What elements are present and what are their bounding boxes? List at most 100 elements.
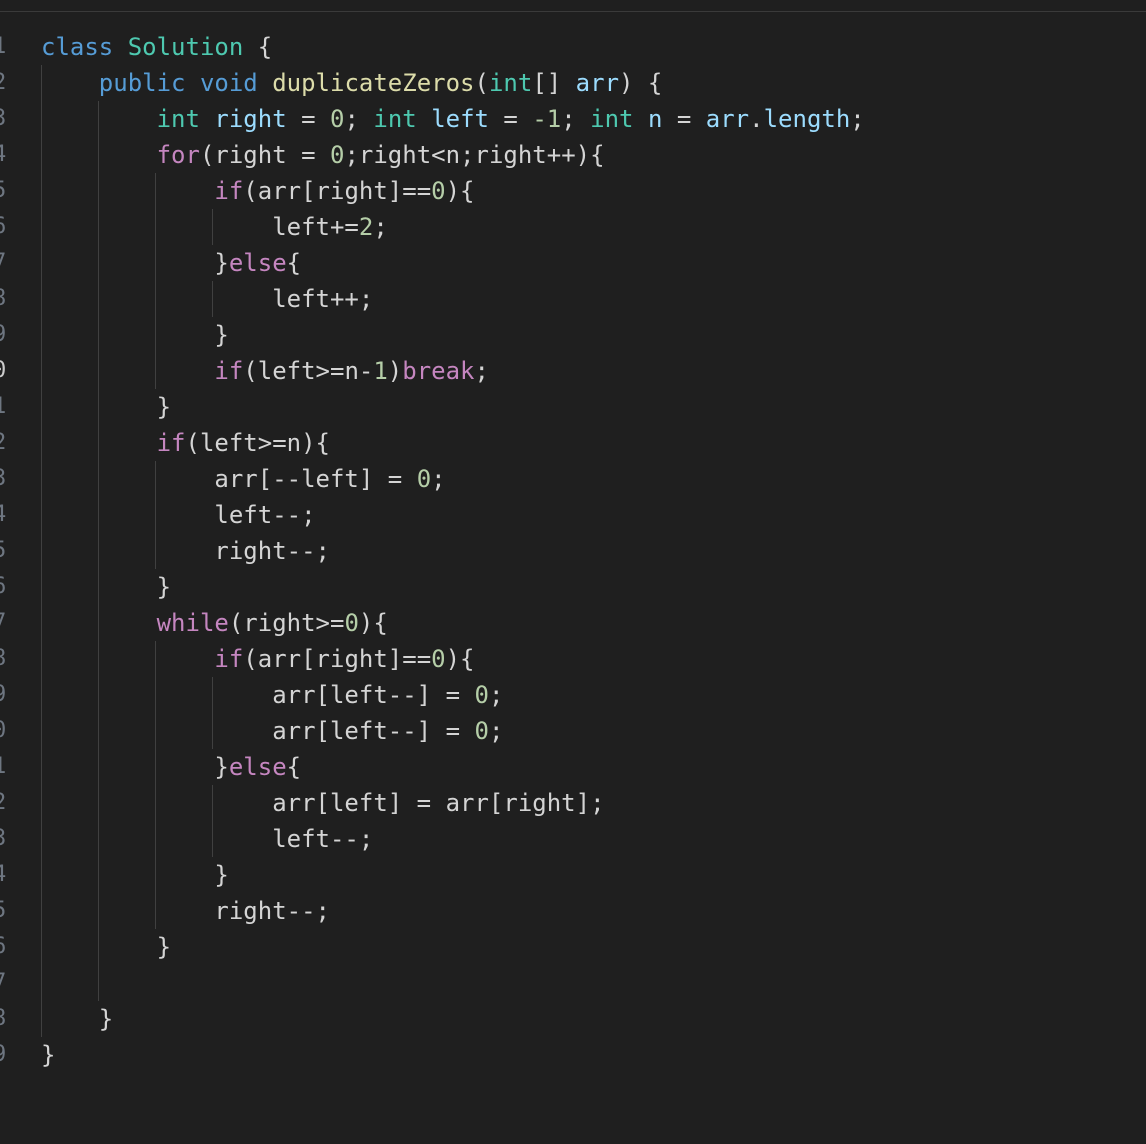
code-line[interactable]: }else{ — [41, 749, 865, 785]
code-line[interactable]: right--; — [41, 893, 865, 929]
code-line[interactable]: } — [41, 389, 865, 425]
code-token: if — [156, 429, 186, 457]
code-line[interactable]: left--; — [41, 821, 865, 857]
code-token: { — [243, 33, 273, 61]
code-token: if — [214, 357, 244, 385]
line-number: 5 — [0, 893, 7, 929]
code-line[interactable]: if(left>=n-1)break; — [41, 353, 865, 389]
code-line[interactable]: arr[left--] = 0; — [41, 713, 865, 749]
code-token: if — [214, 177, 244, 205]
code-token: { — [286, 753, 302, 781]
code-token: = — [488, 105, 533, 133]
code-line[interactable]: if(arr[right]==0){ — [41, 641, 865, 677]
code-line[interactable]: while(right>=0){ — [41, 605, 865, 641]
code-token: left--; — [41, 825, 374, 853]
code-token: 0 — [431, 645, 446, 673]
code-line[interactable]: } — [41, 1037, 865, 1073]
line-number: 4 — [0, 857, 7, 893]
code-token: for — [156, 141, 200, 169]
code-token: duplicateZeros — [272, 69, 475, 97]
code-line[interactable]: class Solution { — [41, 29, 865, 65]
code-line[interactable]: } — [41, 1001, 865, 1037]
line-number: 6 — [0, 929, 7, 965]
code-token: 0 — [474, 717, 489, 745]
code-token: arr[left--] = — [41, 681, 475, 709]
code-line[interactable]: }else{ — [41, 245, 865, 281]
line-number: 9 — [0, 677, 7, 713]
code-line[interactable]: } — [41, 857, 865, 893]
code-line[interactable]: int right = 0; int left = -1; int n = ar… — [41, 101, 865, 137]
code-token: ; — [373, 213, 388, 241]
code-line[interactable]: } — [41, 317, 865, 353]
code-token: left — [431, 105, 489, 133]
code-token: left--; — [41, 501, 316, 529]
code-token: = — [286, 105, 331, 133]
code-token: (left>=n- — [243, 357, 374, 385]
code-token: 0 — [344, 609, 359, 637]
code-token: ( — [474, 69, 489, 97]
code-area[interactable]: class Solution { public void duplicateZe… — [41, 29, 865, 1073]
code-line[interactable]: } — [41, 569, 865, 605]
code-line[interactable]: } — [41, 929, 865, 965]
code-token: ; — [488, 681, 504, 709]
code-token: } — [41, 1041, 56, 1069]
code-token: ) { — [619, 69, 663, 97]
code-line[interactable]: arr[left--] = 0; — [41, 677, 865, 713]
code-token: void — [199, 69, 258, 97]
code-line[interactable]: arr[--left] = 0; — [41, 461, 865, 497]
code-token: ; — [344, 105, 374, 133]
code-line[interactable]: left++; — [41, 281, 865, 317]
code-token: arr — [575, 69, 620, 97]
code-token: while — [156, 609, 229, 637]
code-token: { — [286, 249, 302, 277]
code-token: ;right<n;right++){ — [344, 141, 605, 169]
code-token: arr — [705, 105, 750, 133]
code-token: length — [763, 105, 851, 133]
line-number: 2 — [0, 425, 7, 461]
code-token: ){ — [445, 645, 475, 673]
code-token: } — [41, 321, 229, 349]
line-number: 6 — [0, 209, 7, 245]
code-line[interactable]: arr[left] = arr[right]; — [41, 785, 865, 821]
code-token: [] — [532, 69, 576, 97]
line-number: 8 — [0, 1001, 7, 1037]
code-token: 1 — [373, 357, 388, 385]
code-line[interactable]: public void duplicateZeros(int[] arr) { — [41, 65, 865, 101]
line-number: 2 — [0, 785, 7, 821]
code-line[interactable]: left+=2; — [41, 209, 865, 245]
code-line[interactable] — [41, 965, 865, 1001]
line-number: 7 — [0, 965, 7, 1001]
code-token: } — [41, 393, 172, 421]
code-token: left++; — [41, 285, 374, 313]
code-editor[interactable]: 12345678901234567890123456789 class Solu… — [0, 0, 1146, 1144]
code-line[interactable]: right--; — [41, 533, 865, 569]
code-token: 2 — [358, 213, 374, 241]
line-number: 1 — [0, 389, 7, 425]
code-token: } — [41, 753, 229, 781]
line-number: 5 — [0, 173, 7, 209]
code-line[interactable]: left--; — [41, 497, 865, 533]
code-token: else — [228, 249, 287, 277]
code-token: if — [214, 645, 244, 673]
code-token: 0 — [474, 681, 489, 709]
line-number: 9 — [0, 1037, 7, 1073]
code-token: arr[left--] = — [41, 717, 475, 745]
code-line[interactable]: if(left>=n){ — [41, 425, 865, 461]
code-token: else — [228, 753, 287, 781]
line-number-gutter[interactable]: 12345678901234567890123456789 — [0, 29, 14, 1073]
code-line[interactable]: for(right = 0;right<n;right++){ — [41, 137, 865, 173]
code-token: -1 — [532, 105, 562, 133]
line-number: 0 — [0, 353, 7, 389]
code-token: n — [647, 105, 663, 133]
code-token: int — [590, 105, 634, 133]
line-number: 5 — [0, 533, 7, 569]
code-line[interactable]: if(arr[right]==0){ — [41, 173, 865, 209]
code-token: } — [41, 1005, 114, 1033]
